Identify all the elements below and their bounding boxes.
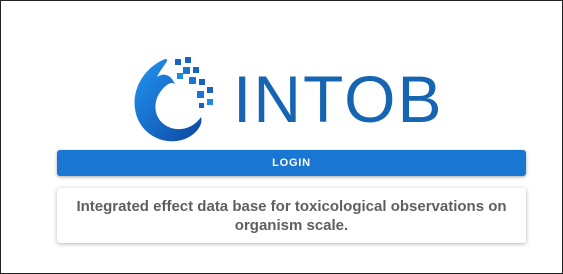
description-text: Integrated effect data base for toxicolo… [76, 197, 507, 234]
intob-logo-icon [134, 57, 213, 142]
logo-wordmark: INTOB [233, 62, 444, 136]
intob-logo: INTOB [127, 51, 467, 147]
login-button[interactable]: LOGIN [57, 150, 526, 176]
description-card: Integrated effect data base for toxicolo… [57, 188, 526, 243]
app-window: INTOB LOGIN Integrated effect data base … [0, 0, 563, 274]
